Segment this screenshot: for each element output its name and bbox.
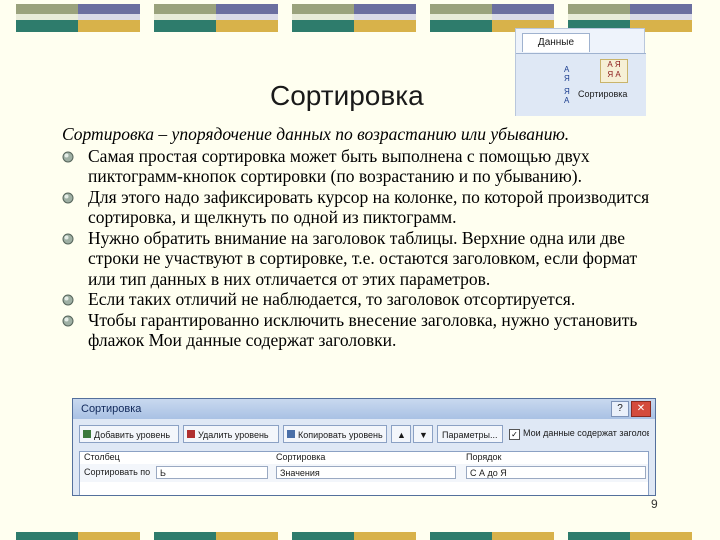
add-level-button[interactable]: Добавить уровень xyxy=(79,425,179,443)
sort-on-select[interactable]: Значения xyxy=(276,466,456,479)
band-block xyxy=(292,532,416,540)
list-item-text: Нужно обратить внимание на заголовок таб… xyxy=(88,227,638,289)
delete-level-label: Удалить уровень xyxy=(198,430,269,440)
bottom-decorative-band xyxy=(0,532,720,540)
table-row: Сортировать по Ь Значения С А до Я xyxy=(80,464,648,482)
header-checkbox[interactable]: ✓ xyxy=(509,429,520,440)
list-item-text: Если таких отличий не наблюдается, то за… xyxy=(88,289,576,309)
sort-button[interactable]: Сортировка xyxy=(578,89,627,99)
ribbon-tab-data[interactable]: Данные xyxy=(522,33,590,52)
add-icon xyxy=(83,430,91,438)
sort-ascending-icon[interactable]: А Я xyxy=(564,65,570,83)
list-item: Самая простая сортировка может быть выпо… xyxy=(62,146,662,187)
order-select[interactable]: С А до Я xyxy=(466,466,646,479)
ribbon-screenshot: Данные А Я Я А А Я Я А Сортировка xyxy=(515,28,646,116)
close-button[interactable]: ✕ xyxy=(631,401,651,417)
sort-descending-icon[interactable]: Я А xyxy=(564,87,570,105)
copy-level-button[interactable]: Копировать уровень xyxy=(283,425,387,443)
dialog-title: Сортировка xyxy=(81,403,142,415)
copy-level-label: Копировать уровень xyxy=(298,430,383,440)
bullet-icon xyxy=(62,233,74,244)
bullet-icon xyxy=(62,192,74,203)
lead-rest: – упорядочение данных по возрастанию или… xyxy=(154,124,570,144)
list-item: Если таких отличий не наблюдается, то за… xyxy=(62,289,662,310)
column-header-sort: Сортировка xyxy=(276,452,326,462)
delete-level-button[interactable]: Удалить уровень xyxy=(183,425,279,443)
dialog-toolbar: Добавить уровень Удалить уровень Копиров… xyxy=(79,425,649,445)
band-block xyxy=(154,532,278,540)
add-level-label: Добавить уровень xyxy=(94,430,171,440)
copy-icon xyxy=(287,430,295,438)
bullet-icon xyxy=(62,294,74,306)
slide-body: Сортировка – упорядочение данных по возр… xyxy=(62,124,662,351)
column-header-order: Порядок xyxy=(466,452,502,462)
help-button[interactable]: ? xyxy=(611,401,629,417)
list-item: Для этого надо зафиксировать курсор на к… xyxy=(62,187,662,228)
bullet-icon xyxy=(62,151,74,162)
band-block xyxy=(568,532,692,540)
sort-dialog-icon[interactable]: А Я Я А xyxy=(600,59,628,83)
delete-icon xyxy=(187,430,195,438)
band-block xyxy=(16,532,140,540)
band-block xyxy=(154,4,278,32)
list-item-text: Самая простая сортировка может быть выпо… xyxy=(88,145,590,187)
lead-definition: Сортировка – упорядочение данных по возр… xyxy=(62,124,662,145)
bullet-list: Самая простая сортировка может быть выпо… xyxy=(62,146,662,351)
list-item-text: Для этого надо зафиксировать курсор на к… xyxy=(88,186,650,228)
lead-term: Сортировка xyxy=(62,124,155,144)
dialog-titlebar: Сортировка ? ✕ xyxy=(73,399,655,419)
sort-levels-grid: Столбец Сортировка Порядок Сортировать п… xyxy=(79,451,649,495)
row-label: Сортировать по xyxy=(84,467,151,477)
move-down-button[interactable]: ▼ xyxy=(413,425,433,443)
band-block xyxy=(292,4,416,32)
move-up-button[interactable]: ▲ xyxy=(391,425,411,443)
column-header-column: Столбец xyxy=(84,452,120,462)
band-block xyxy=(16,4,140,32)
parameters-button[interactable]: Параметры... xyxy=(437,425,503,443)
band-block xyxy=(430,532,554,540)
header-checkbox-label: Мои данные содержат заголовки xyxy=(523,428,649,438)
slide-title: Сортировка xyxy=(270,80,424,111)
list-item: Нужно обратить внимание на заголовок таб… xyxy=(62,228,662,290)
list-item-text: Чтобы гарантированно исключить внесение … xyxy=(88,309,638,351)
bullet-icon xyxy=(62,315,74,326)
list-item: Чтобы гарантированно исключить внесение … xyxy=(62,310,662,351)
column-select[interactable]: Ь xyxy=(156,466,268,479)
sort-dialog-screenshot: Сортировка ? ✕ Добавить уровень Удалить … xyxy=(72,398,656,496)
page-number: 9 xyxy=(651,497,658,511)
